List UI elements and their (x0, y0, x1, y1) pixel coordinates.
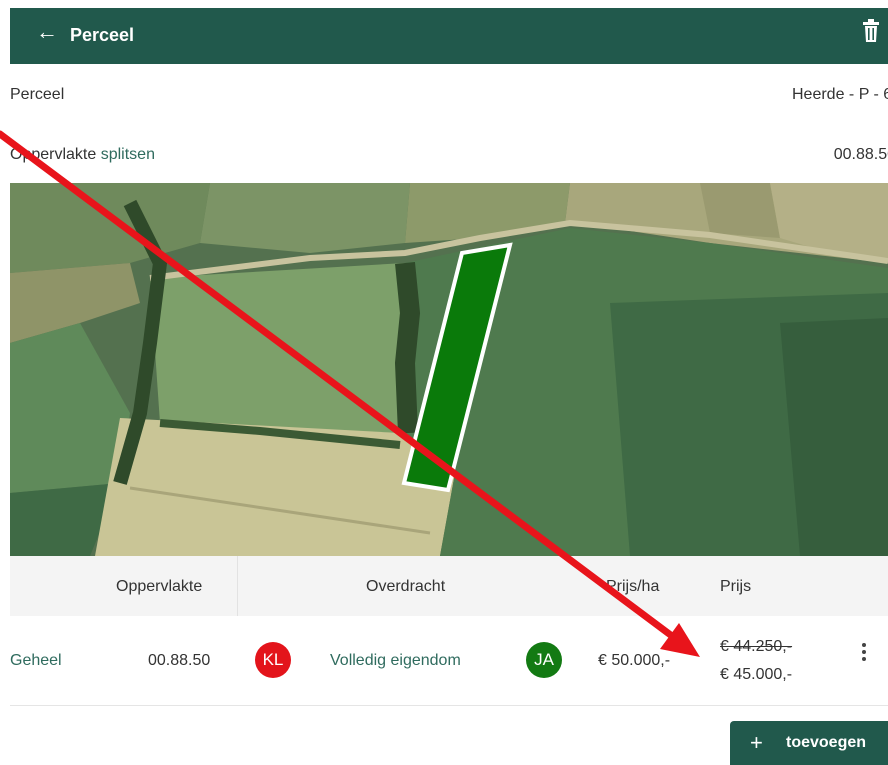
perceel-label: Perceel (10, 86, 65, 103)
row-oppervlakte: 00.88.50 (148, 652, 211, 669)
header-prijs-ha: Prijs/ha (606, 578, 660, 595)
header-oppervlakte: Oppervlakte (116, 578, 203, 595)
header-overdracht: Overdracht (366, 578, 446, 595)
type-link[interactable]: Geheel (10, 652, 62, 670)
overdracht-link[interactable]: Volledig eigendom (330, 652, 461, 670)
trash-icon[interactable] (862, 18, 880, 44)
oppervlakte-label: Oppervlakte (10, 146, 101, 163)
avatar-to[interactable]: JA (526, 642, 562, 678)
header-divider (237, 556, 238, 616)
page-title: Perceel (70, 25, 135, 45)
table-row: Geheel 00.88.50 KL Volledig eigendom JA … (10, 616, 888, 706)
prijs-old: € 44.250,- (720, 638, 793, 655)
plus-icon: + (750, 730, 763, 755)
oppervlakte-row: Oppervlakte splitsen 00.88.50 (10, 146, 888, 164)
row-prijs-ha: € 50.000,- (598, 652, 671, 669)
more-vertical-icon[interactable] (854, 640, 874, 664)
perceel-value: Heerde - P - 609 (792, 86, 888, 103)
oppervlakte-value: 00.88.50 (833, 146, 888, 163)
header-prijs: Prijs (720, 578, 752, 595)
aerial-map[interactable] (10, 183, 888, 556)
table-header: Oppervlakte Overdracht Prijs/ha Prijs (10, 556, 888, 616)
add-button-label: toevoegen (786, 734, 867, 751)
app-header: ← Perceel (10, 8, 888, 64)
splitsen-link[interactable]: splitsen (101, 146, 155, 163)
avatar-from[interactable]: KL (255, 642, 291, 678)
prijs-new: € 45.000,- (720, 666, 793, 683)
perceel-row: Perceel Heerde - P - 609 (10, 86, 888, 104)
add-button[interactable]: + toevoegen (730, 721, 888, 765)
arrow-left-icon[interactable]: ← (36, 21, 58, 43)
